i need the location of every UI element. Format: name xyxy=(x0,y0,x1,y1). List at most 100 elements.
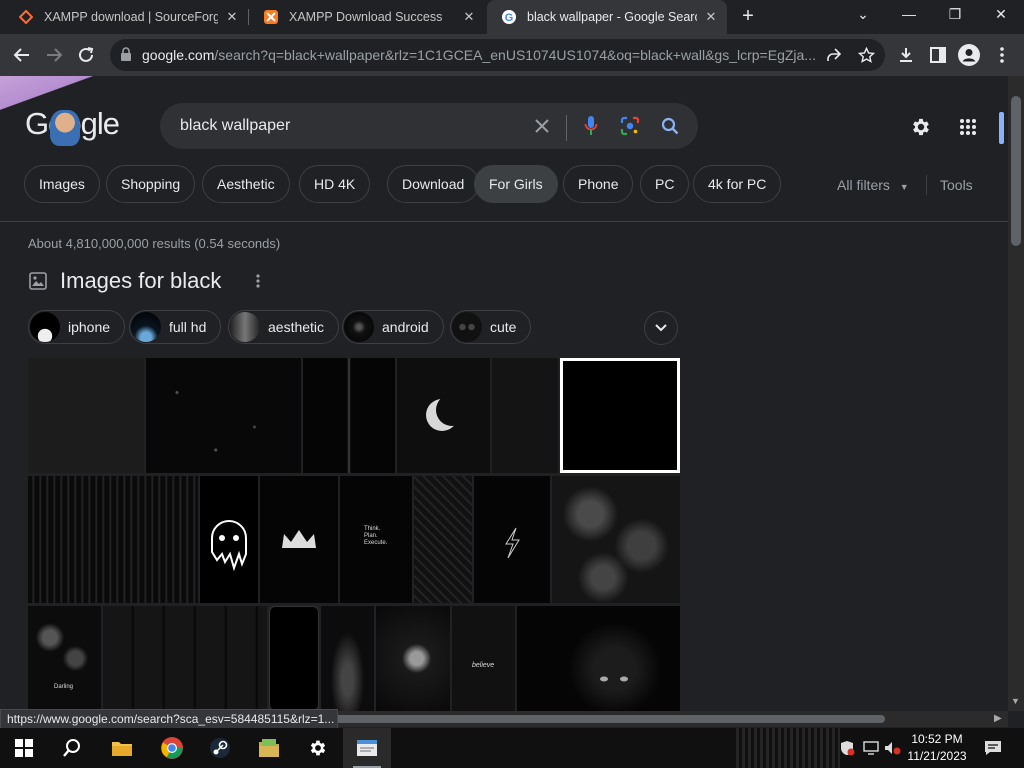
share-icon[interactable] xyxy=(824,45,844,65)
tab-title: black wallpaper - Google Search xyxy=(527,10,697,24)
cat-eyes-icon xyxy=(600,676,628,682)
vertical-scrollbar[interactable]: ▼ xyxy=(1008,76,1024,711)
chip-shopping[interactable]: Shopping xyxy=(106,165,196,203)
bookmark-star-icon[interactable] xyxy=(856,45,876,65)
search-divider xyxy=(566,115,567,141)
address-bar[interactable]: google.com/search?q=black+wallpaper&rlz=… xyxy=(110,39,885,71)
download-icon[interactable] xyxy=(894,43,918,67)
archive-folder-icon[interactable] xyxy=(245,728,293,768)
scrollbar-thumb[interactable] xyxy=(330,715,885,723)
tab-xampp-sourceforge[interactable]: XAMPP download | SourceForge.net ✕ xyxy=(4,0,248,34)
minimize-button[interactable]: — xyxy=(886,0,932,30)
scrollbar-thumb[interactable] xyxy=(1011,96,1021,246)
tab-google-search[interactable]: G black wallpaper - Google Search ✕ xyxy=(487,0,727,34)
taskbar-search-icon[interactable] xyxy=(48,728,96,768)
tile-caption: Think. Plan. Execute. xyxy=(364,526,388,546)
image-result[interactable] xyxy=(269,606,319,711)
image-result[interactable]: Think. Plan. Execute. xyxy=(340,476,412,603)
chip-phone[interactable]: Phone xyxy=(563,165,634,203)
clock-date: 11/21/2023 xyxy=(907,749,967,763)
image-result[interactable]: Darling xyxy=(28,606,101,711)
image-result[interactable] xyxy=(552,476,680,603)
image-result[interactable] xyxy=(517,606,680,711)
chip-images[interactable]: Images xyxy=(24,165,100,203)
window-close-button[interactable]: ✕ xyxy=(978,0,1024,30)
scroll-indicator xyxy=(999,112,1004,144)
chip-4k-for-pc[interactable]: 4k for PC xyxy=(693,165,782,203)
close-icon[interactable]: ✕ xyxy=(224,9,240,25)
chip-download[interactable]: Download xyxy=(387,165,480,203)
tab-xampp-success[interactable]: XAMPP Download Success ✕ xyxy=(249,0,485,34)
system-clock[interactable]: 10:52 PM 11/21/2023 xyxy=(902,731,972,765)
image-result[interactable] xyxy=(28,476,198,603)
expand-chips-button[interactable] xyxy=(644,311,678,345)
image-result[interactable] xyxy=(260,476,338,603)
clear-icon[interactable] xyxy=(530,114,554,138)
image-result[interactable] xyxy=(376,606,450,711)
tools-button[interactable]: Tools xyxy=(940,177,973,193)
notepad-app-icon[interactable] xyxy=(343,728,391,768)
back-button[interactable] xyxy=(10,43,34,67)
doodle-face-icon[interactable] xyxy=(50,110,80,146)
images-section-title[interactable]: Images for black xyxy=(60,268,221,294)
xampp-icon xyxy=(263,9,279,25)
chip-pc[interactable]: PC xyxy=(640,165,690,203)
search-icon[interactable] xyxy=(658,114,682,138)
security-shield-icon[interactable] xyxy=(838,739,856,757)
subchip-cute[interactable]: cute xyxy=(450,310,532,344)
chip-aesthetic[interactable]: Aesthetic xyxy=(202,165,290,203)
browser-toolbar: google.com/search?q=black+wallpaper&rlz=… xyxy=(0,34,1024,76)
subchip-full-hd[interactable]: full hd xyxy=(129,310,222,344)
more-options-icon[interactable] xyxy=(250,272,266,290)
clock-time: 10:52 PM xyxy=(911,732,963,746)
chip-for-girls[interactable]: For Girls xyxy=(474,165,558,203)
image-result[interactable] xyxy=(103,606,267,711)
settings-gear-icon[interactable] xyxy=(908,114,934,140)
scroll-right-arrow-icon[interactable]: ▶ xyxy=(994,713,1002,724)
link-status-bar: https://www.google.com/search?sca_esv=58… xyxy=(0,709,338,729)
close-icon[interactable]: ✕ xyxy=(703,9,719,25)
steam-icon[interactable] xyxy=(196,728,244,768)
google-lens-icon[interactable] xyxy=(618,114,642,138)
forward-button[interactable] xyxy=(42,43,66,67)
chip-thumbnail xyxy=(452,312,482,342)
lock-icon[interactable] xyxy=(120,47,132,66)
image-result[interactable] xyxy=(28,358,144,473)
image-result[interactable] xyxy=(321,606,374,711)
image-result[interactable]: believe xyxy=(452,606,515,711)
subchip-aesthetic[interactable]: aesthetic xyxy=(228,310,340,344)
volume-muted-icon[interactable] xyxy=(884,739,902,757)
new-tab-button[interactable]: + xyxy=(737,4,759,30)
url-text: google.com/search?q=black+wallpaper&rlz=… xyxy=(142,47,816,63)
image-result[interactable] xyxy=(146,358,301,473)
windows-start-icon[interactable] xyxy=(0,728,48,768)
image-result[interactable] xyxy=(303,358,395,473)
scroll-down-arrow-icon[interactable]: ▼ xyxy=(1011,696,1020,706)
reload-button[interactable] xyxy=(74,43,98,67)
image-result-selected[interactable] xyxy=(560,358,680,473)
chip-hd-4k[interactable]: HD 4K xyxy=(299,165,371,203)
file-explorer-icon[interactable] xyxy=(98,728,146,768)
tab-search-chevron-icon[interactable]: ⌄ xyxy=(840,0,886,30)
settings-icon[interactable] xyxy=(294,728,342,768)
chrome-icon[interactable] xyxy=(148,728,196,768)
apps-grid-icon[interactable] xyxy=(955,114,981,140)
profile-avatar[interactable] xyxy=(957,43,981,67)
image-result[interactable] xyxy=(200,476,258,603)
close-icon[interactable]: ✕ xyxy=(461,9,477,25)
subchip-android[interactable]: android xyxy=(342,310,444,344)
notifications-icon[interactable] xyxy=(984,739,1002,757)
restore-button[interactable]: ❐ xyxy=(932,0,978,30)
all-filters-button[interactable]: All filters ▼ xyxy=(837,177,909,193)
image-result[interactable] xyxy=(474,476,550,603)
image-result[interactable] xyxy=(492,358,558,473)
menu-kebab-icon[interactable] xyxy=(990,43,1014,67)
microphone-icon[interactable] xyxy=(579,114,603,138)
image-result[interactable] xyxy=(414,476,472,603)
side-panel-icon[interactable] xyxy=(926,43,950,67)
network-icon[interactable] xyxy=(862,739,880,757)
tab-strip: XAMPP download | SourceForge.net ✕ XAMPP… xyxy=(0,0,1024,34)
subchip-iphone[interactable]: iphone xyxy=(28,310,126,344)
image-result[interactable] xyxy=(397,358,490,473)
search-input[interactable] xyxy=(180,114,520,138)
